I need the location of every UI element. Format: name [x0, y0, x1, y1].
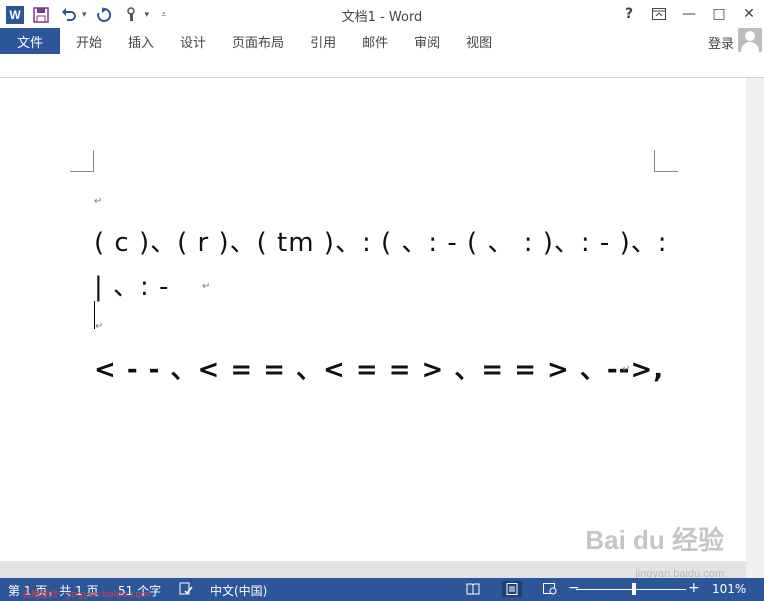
tab-home[interactable]: 开始	[60, 28, 115, 54]
zoom-in-button[interactable]: +	[688, 580, 700, 596]
margin-corner-mark	[654, 150, 678, 172]
language-indicator[interactable]: 中文(中国)	[210, 582, 267, 599]
collapsed-ribbon	[0, 54, 764, 78]
status-bar: 第 1 页，共 1 页 51 个字 中文(中国) 百度经验 · jingyan.…	[0, 578, 764, 601]
tab-view[interactable]: 视图	[453, 28, 505, 54]
vertical-scrollbar[interactable]	[746, 78, 764, 578]
web-layout-icon[interactable]	[542, 581, 558, 597]
proofing-icon[interactable]	[178, 581, 194, 597]
close-button[interactable]: ✕	[734, 0, 764, 28]
margin-corner-mark	[70, 150, 94, 172]
read-mode-icon[interactable]	[465, 581, 481, 597]
minimize-button[interactable]: —	[674, 0, 704, 28]
tab-review[interactable]: 审阅	[401, 28, 453, 54]
paragraph-mark: ↵	[622, 364, 631, 375]
tab-insert[interactable]: 插入	[115, 28, 167, 54]
zoom-level[interactable]: 101%	[712, 582, 746, 596]
tab-layout[interactable]: 页面布局	[219, 28, 297, 54]
overlay-text: 百度经验 · jingyan.baidu.com	[22, 590, 150, 600]
paragraph-mark: ↵	[95, 321, 104, 332]
print-layout-icon[interactable]	[502, 581, 522, 597]
document-line-2[interactable]: | 、: -	[94, 266, 169, 303]
zoom-out-button[interactable]: −	[568, 580, 580, 596]
paragraph-mark: ↵	[202, 281, 211, 292]
tab-design[interactable]: 设计	[167, 28, 219, 54]
maximize-button[interactable]: □	[704, 0, 734, 28]
document-line-1[interactable]: ( c )、( r )、( tm )、: ( 、: - ( 、 : )、: - …	[94, 222, 667, 259]
sign-in-link[interactable]: 登录	[708, 33, 734, 52]
help-button[interactable]: ?	[614, 0, 644, 28]
window-controls: ? — □ ✕	[614, 0, 764, 28]
tab-references[interactable]: 引用	[297, 28, 349, 54]
baidu-watermark: Bai du 经验	[585, 525, 724, 555]
document-line-3[interactable]: < - - 、< = = 、< = = > 、= = > 、-->,	[94, 349, 664, 386]
tab-file[interactable]: 文件	[0, 28, 60, 54]
title-bar: W ▾ ▾ ⩡ 文档1 - Word ? — □ ✕	[0, 0, 764, 28]
zoom-slider-track[interactable]	[576, 589, 686, 590]
document-page[interactable]	[0, 78, 746, 561]
ribbon-display-icon[interactable]	[644, 0, 674, 28]
tab-mailings[interactable]: 邮件	[349, 28, 401, 54]
avatar[interactable]	[738, 28, 762, 52]
ribbon-tabs: 文件 开始 插入 设计 页面布局 引用 邮件 审阅 视图 登录	[0, 28, 764, 54]
paragraph-mark: ↵	[94, 196, 103, 207]
zoom-slider-thumb[interactable]	[632, 583, 636, 595]
